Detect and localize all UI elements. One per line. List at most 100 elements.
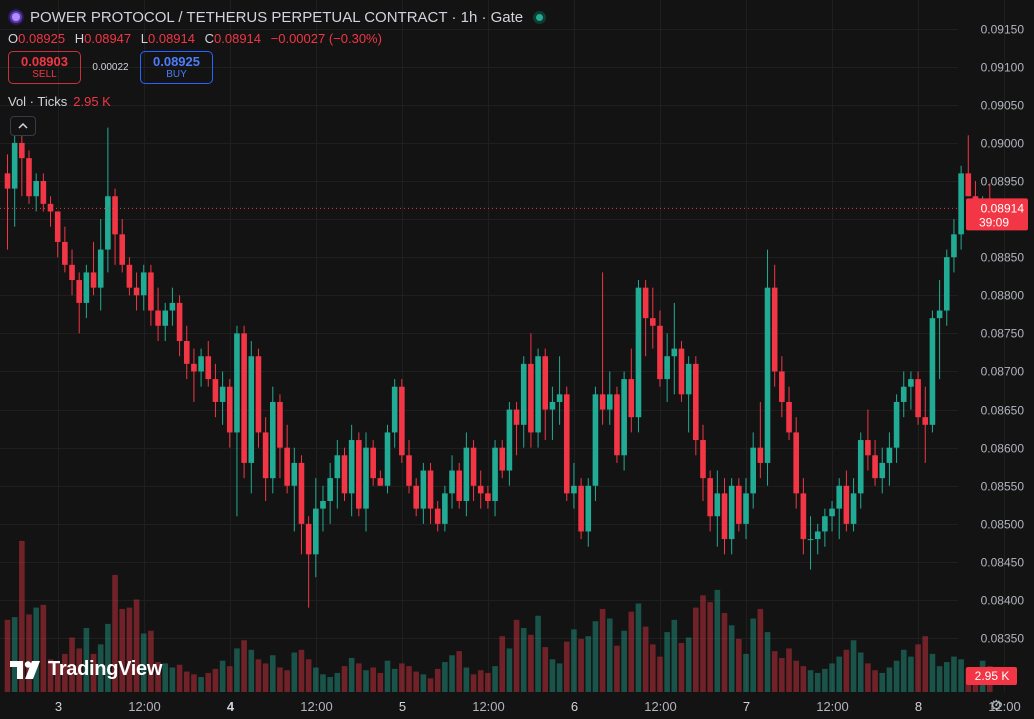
high-label: H — [74, 31, 85, 46]
sell-button[interactable]: 0.08903 SELL — [8, 51, 81, 84]
candle-body — [621, 379, 627, 456]
candle-body — [657, 325, 663, 380]
volume-bar — [886, 667, 893, 692]
volume-bar — [499, 636, 506, 692]
tradingview-logo-icon — [10, 660, 40, 679]
volume-bar — [771, 651, 778, 692]
collapse-legend-button[interactable] — [10, 116, 36, 136]
low-value: 0.08914 — [148, 31, 195, 46]
volume-bar — [320, 674, 326, 692]
price-chart[interactable]: 0.09150 0.09100 0.09050 0.09000 0.08950 0.089… — [0, 0, 1034, 719]
candle-body — [886, 447, 893, 463]
volume-bar — [420, 674, 427, 692]
price-tick-label: 0.08400 — [981, 594, 1025, 608]
candle-body — [793, 432, 799, 494]
volume-bar — [721, 613, 728, 692]
volume-bar — [908, 656, 914, 692]
candle-body — [513, 409, 520, 425]
volume-bar — [356, 663, 362, 692]
candle-body — [413, 485, 419, 509]
time-tick-label: 12:00 — [816, 699, 849, 714]
candle-body — [951, 234, 957, 258]
buy-button[interactable]: 0.08925 BUY — [140, 51, 213, 84]
candle-body — [205, 356, 212, 380]
candle-body — [83, 272, 90, 303]
chart-settings-gear-icon[interactable]: ⚙ — [990, 697, 1003, 714]
candle-body — [477, 485, 484, 494]
volume-bar — [506, 648, 513, 692]
candle-body — [535, 356, 541, 433]
candle-countdown: 39:09 — [979, 215, 1009, 229]
volume-bar — [571, 629, 577, 692]
volume-bar — [241, 640, 247, 692]
candle-body — [936, 310, 943, 319]
volume-bar — [743, 653, 749, 692]
volume-legend[interactable]: Vol · Ticks 2.95 K — [8, 94, 111, 109]
volume-bar — [291, 652, 298, 692]
market-open-status-icon[interactable] — [533, 10, 547, 24]
volume-bar — [556, 663, 563, 692]
price-tick-label: 0.08650 — [981, 404, 1025, 418]
volume-bar — [936, 666, 943, 692]
candle-body — [334, 455, 341, 479]
candle-body — [212, 379, 219, 402]
price-tick-label: 0.08350 — [981, 632, 1025, 646]
volume-bar — [370, 667, 376, 692]
volume-bar — [327, 677, 333, 692]
candle-body — [420, 470, 427, 509]
candle-body — [133, 287, 140, 296]
candle-body — [47, 203, 54, 212]
candle-body — [348, 440, 355, 494]
chart-header: POWER PROTOCOL / TETHERUS PERPETUAL CONT… — [8, 7, 547, 27]
price-tick-label: 0.08500 — [981, 518, 1025, 532]
low-label: L — [140, 31, 148, 46]
candle-body — [757, 447, 764, 463]
volume-bar — [377, 672, 384, 692]
volume-bar — [205, 672, 212, 692]
volume-bar — [635, 603, 642, 692]
candle-body — [126, 264, 133, 288]
time-tick-label: 5 — [399, 699, 406, 714]
volume-bar — [520, 628, 527, 692]
close-label: C — [204, 31, 215, 46]
price-tick-label: 0.08850 — [981, 251, 1025, 265]
candle-body — [11, 142, 18, 189]
candle-body — [922, 417, 929, 425]
price-tick-label: 0.09050 — [981, 99, 1025, 113]
volume-bar — [563, 641, 570, 692]
volume-bar — [621, 630, 627, 692]
volume-bar — [363, 670, 369, 692]
volume-bar — [929, 653, 936, 692]
candle-body — [908, 379, 914, 387]
candle-body — [685, 363, 692, 395]
volume-bar — [943, 662, 950, 692]
candle-body — [62, 241, 68, 265]
candle-body — [900, 386, 907, 402]
volume-bar — [341, 666, 348, 692]
price-tick-label: 0.08750 — [981, 327, 1025, 341]
last-volume-value: 2.95 K — [975, 669, 1010, 683]
open-value: 0.08925 — [18, 31, 66, 46]
volume-legend-value: 2.95 K — [73, 94, 111, 109]
volume-bar — [614, 645, 620, 692]
candle-body — [492, 447, 498, 501]
volume-bar — [793, 660, 799, 692]
tradingview-watermark[interactable]: TradingView — [10, 658, 162, 681]
candle-body — [341, 455, 348, 494]
candle-body — [391, 386, 398, 433]
volume-bar — [513, 619, 520, 692]
candle-body — [879, 462, 886, 479]
time-tick-label: 12:00 — [644, 699, 677, 714]
volume-bar — [485, 672, 491, 692]
candle-body — [700, 440, 706, 479]
candle-body — [807, 539, 814, 541]
candle-body — [97, 249, 104, 288]
volume-bar — [707, 602, 713, 692]
symbol-title[interactable]: POWER PROTOCOL / TETHERUS PERPETUAL CONT… — [30, 9, 523, 26]
candle-body — [893, 401, 900, 448]
volume-bar — [391, 668, 398, 692]
candle-body — [563, 394, 570, 494]
volume-bar — [191, 674, 197, 692]
close-value: 0.08914 — [214, 31, 262, 46]
volume-bar — [879, 672, 886, 692]
